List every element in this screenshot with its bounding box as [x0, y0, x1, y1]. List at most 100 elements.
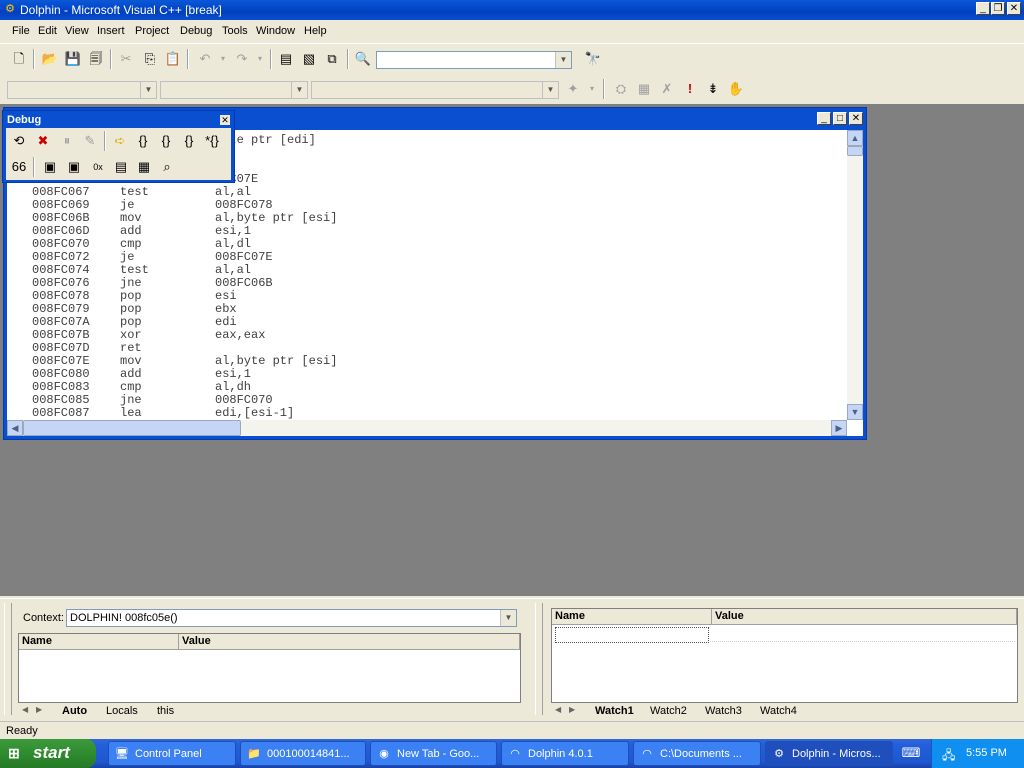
task-folder[interactable]: 📁 000100014841...	[240, 741, 366, 766]
redo-icon[interactable]: ↷	[232, 49, 252, 69]
tab-watch2[interactable]: Watch2	[650, 705, 687, 717]
task-chrome[interactable]: ◉ New Tab - Goo...	[370, 741, 497, 766]
tab-watch4[interactable]: Watch4	[760, 705, 797, 717]
close-button[interactable]: ✕	[1007, 2, 1021, 15]
redo-dropdown-icon[interactable]: ▾	[250, 49, 270, 69]
tab-this[interactable]: this	[157, 705, 174, 717]
variables-window-icon[interactable]: ▣	[64, 157, 84, 177]
run-to-cursor-icon[interactable]: *{}	[202, 131, 222, 151]
stop-build-icon[interactable]: ✗	[657, 79, 677, 99]
chevron-down-icon[interactable]: ▼	[291, 82, 307, 98]
menu-debug[interactable]: Debug	[180, 25, 212, 37]
chevron-down-icon[interactable]: ▼	[542, 82, 558, 98]
build-icon[interactable]: ▦	[634, 79, 654, 99]
task-visual-cpp[interactable]: ⚙ Dolphin - Micros...	[765, 741, 893, 766]
doc-maximize-button[interactable]: □	[833, 112, 847, 125]
execute-icon[interactable]: !	[680, 79, 700, 99]
restart-icon[interactable]: ⟲	[9, 131, 29, 151]
column-header-value[interactable]: Value	[179, 634, 520, 650]
horizontal-scroll-thumb[interactable]	[23, 420, 241, 436]
context-combo[interactable]: DOLPHIN! 008fc05e() ▼	[66, 609, 517, 627]
window-list-icon[interactable]: ⧉	[322, 49, 342, 69]
menu-edit[interactable]: Edit	[38, 25, 57, 37]
output-icon[interactable]: ▧	[299, 49, 319, 69]
task-documents[interactable]: ◠ C:\Documents ...	[633, 741, 761, 766]
call-stack-icon[interactable]: ▦	[134, 157, 154, 177]
save-icon[interactable]: 💾	[63, 49, 83, 69]
horizontal-scrollbar[interactable]: ◀ ▶	[7, 420, 847, 436]
step-over-icon[interactable]: {}	[156, 131, 176, 151]
new-watch-entry[interactable]	[555, 627, 709, 643]
column-header-name[interactable]: Name	[552, 609, 712, 625]
tab-auto[interactable]: Auto	[62, 705, 87, 717]
open-folder-icon[interactable]: 📂	[40, 49, 60, 69]
scroll-right-icon[interactable]: ▶	[831, 420, 847, 436]
apply-code-changes-icon[interactable]: ✎	[80, 131, 100, 151]
watch-list[interactable]: Name Value	[551, 608, 1018, 703]
disassembly-icon[interactable]: ⌕	[157, 157, 177, 177]
chevron-down-icon[interactable]: ▼	[140, 82, 156, 98]
pane-gripper[interactable]	[535, 603, 543, 715]
step-into-icon[interactable]: {}	[133, 131, 153, 151]
registers-window-icon[interactable]: 0x	[88, 157, 108, 177]
keyboard-icon[interactable]: ⌨	[901, 745, 921, 763]
scroll-left-icon[interactable]: ◀	[7, 420, 23, 436]
menu-view[interactable]: View	[65, 25, 89, 37]
vc-app-icon[interactable]: ⚙	[3, 3, 17, 16]
tab-scroll-right-icon[interactable]: ▶	[569, 705, 575, 714]
tab-scroll-left-icon[interactable]: ◀	[22, 705, 28, 714]
vertical-scroll-thumb[interactable]	[847, 146, 863, 156]
workspace-icon[interactable]: ▤	[276, 49, 296, 69]
column-header-value[interactable]: Value	[712, 609, 1017, 625]
breakpoint-hand-icon[interactable]: ✋	[726, 79, 746, 99]
column-header-name[interactable]: Name	[19, 634, 179, 650]
vertical-scrollbar[interactable]: ▲ ▼	[847, 130, 863, 420]
paste-icon[interactable]: 📋	[163, 49, 183, 69]
members-combo[interactable]: ▼	[311, 81, 559, 99]
pane-gripper[interactable]	[4, 603, 12, 715]
doc-close-button[interactable]: ✕	[849, 112, 863, 125]
scroll-down-icon[interactable]: ▼	[847, 404, 863, 420]
compile-icon[interactable]: ⛭	[611, 79, 631, 99]
watch-window-icon[interactable]: ▣	[40, 157, 60, 177]
stop-debugging-icon[interactable]: ✖	[33, 131, 53, 151]
tab-scroll-left-icon[interactable]: ◀	[555, 705, 561, 714]
find-combo[interactable]: ▼	[376, 51, 572, 69]
find-in-files-icon[interactable]: 🔍	[353, 49, 373, 69]
task-dolphin[interactable]: ◠ Dolphin 4.0.1	[501, 741, 629, 766]
chevron-down-icon[interactable]: ▼	[500, 610, 516, 626]
network-icon[interactable]: 🖧	[942, 746, 955, 767]
tab-watch3[interactable]: Watch3	[705, 705, 742, 717]
save-all-icon[interactable]: 🗐	[86, 49, 106, 69]
menu-file[interactable]: File	[12, 25, 30, 37]
memory-window-icon[interactable]: ▤	[111, 157, 131, 177]
variables-list[interactable]: Name Value	[18, 633, 521, 703]
start-button[interactable]: ⊞ start	[0, 739, 96, 768]
close-icon[interactable]: ✕	[220, 115, 230, 125]
clock[interactable]: 5:55 PM	[966, 747, 1007, 759]
scroll-up-icon[interactable]: ▲	[847, 130, 863, 146]
chevron-down-icon[interactable]: ▼	[555, 52, 571, 68]
wizard-action-icon[interactable]: ✦	[563, 79, 583, 99]
tab-scroll-right-icon[interactable]: ▶	[36, 705, 42, 714]
step-out-icon[interactable]: {}	[179, 131, 199, 151]
copy-icon[interactable]: ⎘	[140, 49, 160, 69]
go-icon[interactable]: ⇟	[703, 79, 723, 99]
menu-project[interactable]: Project	[135, 25, 169, 37]
task-control-panel[interactable]: 🖥 Control Panel	[108, 741, 236, 766]
menu-window[interactable]: Window	[256, 25, 295, 37]
menu-help[interactable]: Help	[304, 25, 327, 37]
new-file-icon[interactable]: 🗋	[9, 49, 29, 69]
tab-locals[interactable]: Locals	[106, 705, 138, 717]
search-binoculars-icon[interactable]: 🔭	[583, 49, 603, 69]
break-execution-icon[interactable]: ⏸	[57, 131, 77, 151]
minimize-button[interactable]: _	[976, 2, 990, 15]
menu-tools[interactable]: Tools	[222, 25, 248, 37]
menu-insert[interactable]: Insert	[97, 25, 125, 37]
filter-combo[interactable]: ▼	[160, 81, 308, 99]
class-combo[interactable]: ▼	[7, 81, 157, 99]
undo-icon[interactable]: ↶	[195, 49, 215, 69]
disassembly-row[interactable]: 008FC087 lea edi,[esi-1]	[32, 407, 337, 420]
restore-button[interactable]: ❐	[991, 2, 1005, 15]
quickwatch-icon[interactable]: 66	[9, 157, 29, 177]
